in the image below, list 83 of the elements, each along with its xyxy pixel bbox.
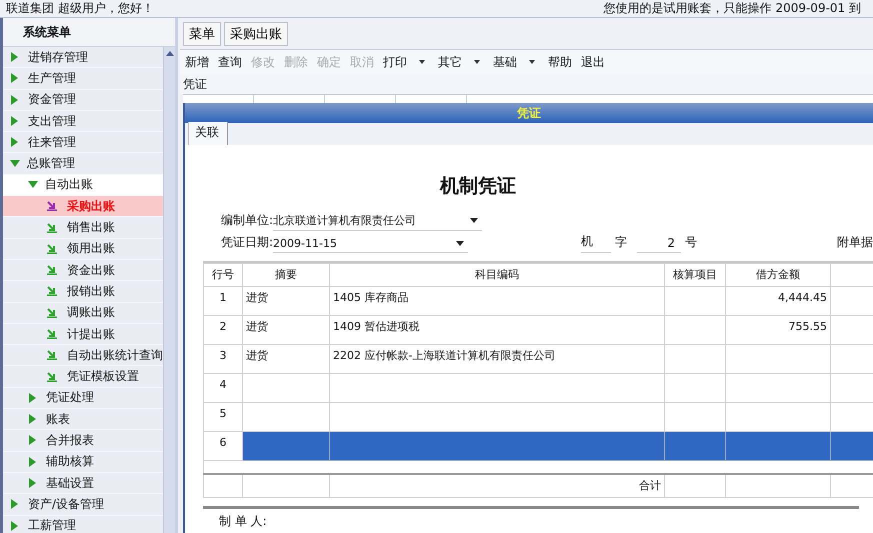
dropdown-field[interactable]: 北京联道计算机有限责任公司 (273, 213, 482, 231)
collapsed-triangle-icon[interactable] (29, 478, 36, 488)
account-cell: 1409 暂估进项税 (330, 316, 664, 344)
tab[interactable]: 菜单 (183, 22, 221, 46)
caret-icon[interactable] (419, 60, 425, 64)
menu-item[interactable]: 自动出账统计查询 (3, 345, 163, 366)
arrow-icon (47, 372, 57, 382)
attachments-label: 附单据 (837, 234, 873, 251)
tab[interactable]: 采购出账 (224, 22, 288, 46)
menu-item[interactable]: 资金出账 (3, 260, 163, 282)
preparer-label: 制 单 人: (203, 506, 859, 530)
column-header: 核算项目 (664, 264, 726, 286)
type-label: 字 (615, 234, 627, 251)
scroll-up-icon[interactable] (166, 51, 174, 56)
toolbar-button[interactable]: 查询 (215, 54, 245, 70)
debit-cell: 4,444.45 (726, 286, 830, 316)
scrollbar[interactable] (163, 47, 175, 533)
caret-icon[interactable] (529, 60, 535, 64)
collapsed-triangle-icon[interactable] (11, 499, 18, 510)
menu-item[interactable]: 调账出账 (3, 302, 163, 324)
line-number: 3 (204, 344, 242, 374)
menu-item[interactable]: 自动出账 (3, 174, 163, 196)
toolbar-button[interactable]: 退出 (578, 54, 608, 70)
arrow-icon (47, 265, 57, 276)
window-title: 凭证 (185, 103, 873, 123)
column-header: 科目编码 (330, 264, 664, 286)
line-number: 2 (204, 316, 242, 344)
line-number: 6 (204, 432, 242, 460)
collapsed-triangle-icon[interactable] (11, 73, 18, 84)
field-label: 凭证日期: (221, 234, 274, 251)
account-cell: 2202 应付帐款-上海联道计算机有限责任公司 (330, 344, 664, 374)
menu-item[interactable]: 进销存管理 (3, 47, 163, 68)
arrow-icon (47, 308, 57, 318)
collapsed-triangle-icon[interactable] (29, 435, 36, 446)
type-field[interactable]: 机 (581, 233, 611, 253)
section-label: 凭证 (180, 74, 873, 94)
arrow-icon (47, 329, 57, 339)
trial-notice: 您使用的是试用账套，只能操作 2009-09-01 到 (604, 0, 861, 17)
voucher-title: 机制凭证 (438, 174, 517, 199)
field-label: 编制单位: (221, 212, 274, 229)
expanded-triangle-icon[interactable] (28, 181, 38, 188)
number-label: 号 (685, 234, 697, 251)
expanded-triangle-icon[interactable] (10, 160, 20, 168)
toolbar-button[interactable]: 新增 (182, 54, 212, 70)
arrow-icon (47, 201, 57, 212)
collapsed-triangle-icon[interactable] (11, 94, 18, 105)
collapsed-triangle-icon[interactable] (11, 520, 18, 531)
column-header: 借方金额 (726, 264, 830, 286)
line-number: 4 (204, 374, 242, 402)
menu-item[interactable]: 领用出账 (3, 238, 163, 260)
toolbar-button[interactable]: 基础 (490, 54, 520, 70)
collapsed-triangle-icon[interactable] (11, 137, 18, 148)
toolbar-button[interactable]: 其它 (435, 54, 465, 70)
column-header: 摘要 (242, 264, 330, 286)
arrow-icon (47, 350, 57, 360)
dropdown-field[interactable]: 2009-11-15 (273, 237, 468, 253)
toolbar-button[interactable]: 帮助 (545, 54, 575, 70)
column-header: 行号 (204, 264, 242, 286)
menu-item[interactable]: 凭证模板设置 (3, 366, 163, 388)
arrow-icon (47, 244, 57, 254)
sidebar-title: 系统菜单 (3, 18, 175, 47)
collapsed-triangle-icon[interactable] (11, 116, 18, 126)
line-number: 1 (204, 286, 242, 316)
collapsed-triangle-icon[interactable] (29, 414, 36, 424)
summary-cell: 进货 (242, 286, 330, 316)
debit-cell: 755.55 (726, 316, 830, 344)
summary-cell: 进货 (242, 344, 330, 374)
number-field[interactable]: 2 (637, 236, 681, 253)
arrow-icon (47, 286, 57, 296)
caret-icon[interactable] (474, 60, 480, 64)
toolbar-button[interactable]: 打印 (380, 54, 410, 70)
collapsed-triangle-icon[interactable] (29, 456, 36, 467)
summary-cell: 进货 (242, 316, 330, 344)
collapsed-triangle-icon[interactable] (11, 52, 18, 62)
arrow-icon (47, 222, 57, 233)
tab[interactable]: 关联 (188, 122, 228, 145)
menu-item[interactable]: 销售出账 (3, 217, 163, 239)
menu-item[interactable]: 报销出账 (3, 281, 163, 303)
greeting-text: 联道集团 超级用户，您好！ (6, 0, 154, 17)
account-cell: 1405 库存商品 (330, 286, 664, 316)
total-label: 合计 (330, 474, 664, 498)
menu-item[interactable]: 计提出账 (3, 324, 163, 346)
collapsed-triangle-icon[interactable] (29, 392, 36, 403)
